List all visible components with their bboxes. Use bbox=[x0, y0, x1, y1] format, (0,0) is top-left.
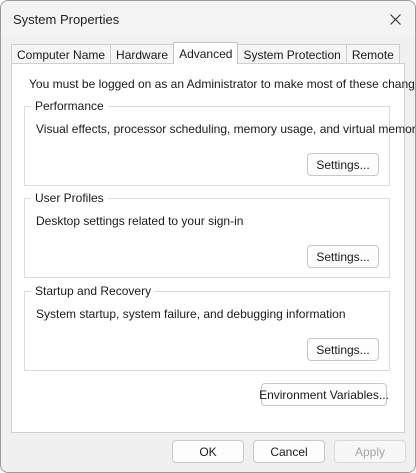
tab-strip: Computer Name Hardware Advanced System P… bbox=[11, 42, 400, 64]
close-icon bbox=[389, 13, 401, 25]
tab-hardware[interactable]: Hardware bbox=[110, 44, 175, 64]
window-title: System Properties bbox=[13, 12, 120, 27]
tab-remote[interactable]: Remote bbox=[345, 44, 400, 64]
ok-button[interactable]: OK bbox=[172, 440, 244, 463]
user-profiles-description: Desktop settings related to your sign-in bbox=[36, 214, 244, 228]
startup-recovery-group: Startup and Recovery System startup, sys… bbox=[24, 284, 390, 371]
performance-settings-button[interactable]: Settings... bbox=[307, 153, 379, 176]
performance-legend: Performance bbox=[31, 99, 108, 113]
performance-group: Performance Visual effects, processor sc… bbox=[24, 99, 415, 186]
performance-description: Visual effects, processor scheduling, me… bbox=[36, 122, 416, 136]
apply-button[interactable]: Apply bbox=[334, 440, 406, 463]
close-button[interactable] bbox=[381, 5, 409, 33]
cancel-button[interactable]: Cancel bbox=[253, 440, 325, 463]
user-profiles-settings-button[interactable]: Settings... bbox=[307, 245, 379, 268]
title-bar: System Properties bbox=[1, 1, 415, 37]
tab-computer-name[interactable]: Computer Name bbox=[11, 44, 112, 64]
user-profiles-group: User Profiles Desktop settings related t… bbox=[24, 191, 390, 278]
advanced-tab-panel: You must be logged on as an Administrato… bbox=[11, 63, 415, 433]
system-properties-window: System Properties Computer Name Hardware… bbox=[0, 0, 416, 473]
environment-variables-button[interactable]: Environment Variables... bbox=[259, 383, 389, 406]
startup-recovery-settings-button[interactable]: Settings... bbox=[307, 338, 379, 361]
admin-notice: You must be logged on as an Administrato… bbox=[29, 77, 416, 91]
user-profiles-legend: User Profiles bbox=[31, 191, 108, 205]
tab-advanced[interactable]: Advanced bbox=[173, 42, 239, 64]
startup-recovery-legend: Startup and Recovery bbox=[31, 284, 156, 298]
tab-system-protection[interactable]: System Protection bbox=[237, 44, 347, 64]
startup-recovery-description: System startup, system failure, and debu… bbox=[36, 307, 346, 321]
